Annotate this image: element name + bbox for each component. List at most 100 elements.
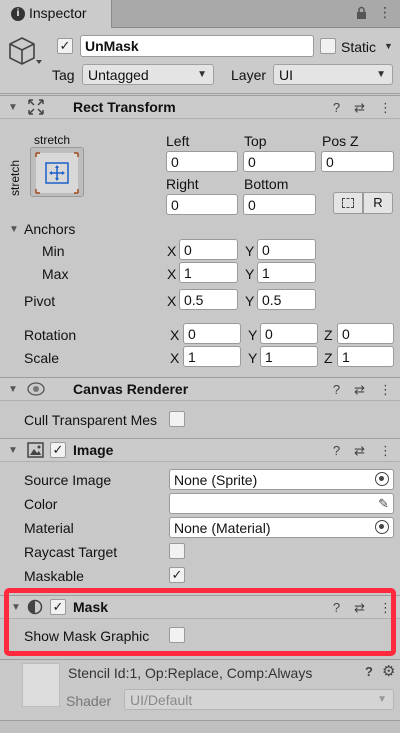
min-label: Min	[42, 243, 65, 259]
chevron-down-icon: ▼	[376, 69, 386, 80]
maskable-label: Maskable	[24, 568, 84, 584]
anchor-preset-button[interactable]	[30, 147, 84, 197]
context-menu-icon[interactable]: ⋮	[379, 382, 392, 398]
max-y-label: Y	[245, 266, 255, 282]
max-y-field[interactable]: 1	[257, 262, 316, 283]
active-checkbox[interactable]: ✓	[57, 38, 73, 54]
layer-dropdown[interactable]: UI ▼	[273, 64, 393, 85]
posz-label: Pos Z	[322, 133, 359, 149]
scale-z-field[interactable]: 1	[337, 346, 394, 367]
rot-x-field[interactable]: 0	[183, 323, 241, 344]
scale-y-field[interactable]: 1	[260, 346, 318, 367]
preset-icon[interactable]: ⇄	[354, 443, 365, 459]
bottom-field[interactable]: 0	[243, 194, 316, 215]
min-y-label: Y	[245, 243, 255, 259]
rot-y-label: Y	[248, 327, 258, 343]
context-menu-icon[interactable]: ⋮	[379, 443, 392, 459]
max-x-field[interactable]: 1	[179, 262, 238, 283]
rect-transform-header[interactable]: ▼ Rect Transform ? ⇄ ⋮	[0, 95, 400, 119]
pivot-x-field[interactable]: 0.5	[179, 289, 238, 310]
material-label: Material	[24, 520, 74, 536]
scale-y-label: Y	[248, 350, 258, 366]
bottom-divider	[0, 720, 400, 733]
help-icon[interactable]: ?	[365, 664, 373, 679]
image-enabled-checkbox[interactable]: ✓	[50, 442, 66, 458]
canvas-renderer-header[interactable]: ▼ Canvas Renderer ? ⇄ ⋮	[0, 377, 400, 401]
context-menu-icon[interactable]: ⋮	[379, 600, 392, 616]
right-label: Right	[166, 176, 199, 192]
info-icon: i	[11, 7, 25, 21]
color-field[interactable]: ✎	[169, 493, 394, 514]
cull-transparent-label: Cull Transparent Mes	[24, 412, 158, 428]
preset-icon[interactable]: ⇄	[354, 100, 365, 116]
tab-title: Inspector	[29, 5, 87, 21]
lock-icon[interactable]	[356, 6, 367, 19]
object-picker-icon[interactable]	[375, 472, 389, 486]
context-menu-icon[interactable]: ⋮	[379, 100, 392, 116]
source-image-field[interactable]: None (Sprite)	[169, 469, 394, 490]
posz-field[interactable]: 0	[321, 151, 394, 172]
rot-z-field[interactable]: 0	[337, 323, 394, 344]
scale-x-field[interactable]: 1	[183, 346, 241, 367]
material-preview-thumbnail[interactable]	[22, 663, 60, 707]
maskable-checkbox[interactable]: ✓	[169, 567, 185, 583]
eyedropper-icon[interactable]: ✎	[378, 495, 389, 513]
tag-dropdown[interactable]: Untagged ▼	[82, 64, 214, 85]
foldout-icon[interactable]: ▼	[8, 102, 18, 113]
show-mask-graphic-checkbox[interactable]	[169, 627, 185, 643]
show-mask-graphic-label: Show Mask Graphic	[24, 628, 150, 644]
image-header[interactable]: ▼ ✓ Image ? ⇄ ⋮	[0, 438, 400, 462]
pivot-y-field[interactable]: 0.5	[257, 289, 316, 310]
min-x-field[interactable]: 0	[179, 239, 238, 260]
static-dropdown-icon[interactable]: ▼	[384, 41, 393, 51]
rot-y-field[interactable]: 0	[260, 323, 318, 344]
max-label: Max	[42, 266, 69, 282]
cull-transparent-checkbox[interactable]	[169, 411, 185, 427]
left-field[interactable]: 0	[166, 151, 238, 172]
help-icon[interactable]: ?	[333, 100, 340, 116]
pivot-y-label: Y	[245, 293, 255, 309]
help-icon[interactable]: ?	[333, 600, 340, 616]
mask-enabled-checkbox[interactable]: ✓	[50, 599, 66, 615]
material-field[interactable]: None (Material)	[169, 517, 394, 538]
gameobject-cube-icon[interactable]	[8, 36, 44, 73]
shader-dropdown[interactable]: UI/Default ▼	[124, 689, 394, 710]
raycast-target-checkbox[interactable]	[169, 543, 185, 559]
scale-x-label: X	[170, 350, 180, 366]
anchors-label[interactable]: Anchors	[24, 220, 75, 238]
scale-z-label: Z	[324, 350, 333, 366]
image-component-icon	[27, 442, 44, 461]
preset-icon[interactable]: ⇄	[354, 600, 365, 616]
gear-icon[interactable]: ⚙	[382, 662, 395, 680]
help-icon[interactable]: ?	[333, 382, 340, 398]
right-field[interactable]: 0	[166, 194, 238, 215]
static-label: Static	[341, 39, 377, 55]
tab-menu-icon[interactable]: ⋮	[378, 4, 392, 21]
anchors-foldout-icon[interactable]: ▼	[9, 224, 19, 235]
source-image-label: Source Image	[24, 472, 112, 488]
rect-transform-icon	[28, 99, 44, 118]
raw-edit-button[interactable]: R	[363, 192, 393, 214]
preset-icon[interactable]: ⇄	[354, 382, 365, 398]
top-label: Top	[244, 133, 267, 149]
pivot-label: Pivot	[24, 293, 56, 309]
top-field[interactable]: 0	[243, 151, 316, 172]
min-y-field[interactable]: 0	[257, 239, 316, 260]
object-name-field[interactable]: UnMask	[80, 35, 314, 57]
foldout-icon[interactable]: ▼	[8, 384, 18, 395]
mask-header[interactable]: ▼ ✓ Mask ? ⇄ ⋮	[0, 595, 400, 619]
blueprint-mode-button[interactable]	[333, 192, 363, 214]
inspector-tab[interactable]: i Inspector	[0, 0, 112, 28]
rot-z-label: Z	[324, 327, 333, 343]
header-icons: ? ⇄ ⋮	[333, 382, 392, 398]
static-checkbox[interactable]	[320, 38, 336, 54]
shader-label: Shader	[66, 693, 112, 709]
header-icons: ? ⇄ ⋮	[333, 100, 392, 116]
rot-x-label: X	[170, 327, 180, 343]
min-x-label: X	[167, 243, 177, 259]
help-icon[interactable]: ?	[333, 443, 340, 459]
foldout-icon[interactable]: ▼	[8, 445, 18, 456]
canvas-renderer-icon	[27, 381, 45, 400]
object-picker-icon[interactable]	[375, 520, 389, 534]
foldout-icon[interactable]: ▼	[11, 602, 21, 613]
